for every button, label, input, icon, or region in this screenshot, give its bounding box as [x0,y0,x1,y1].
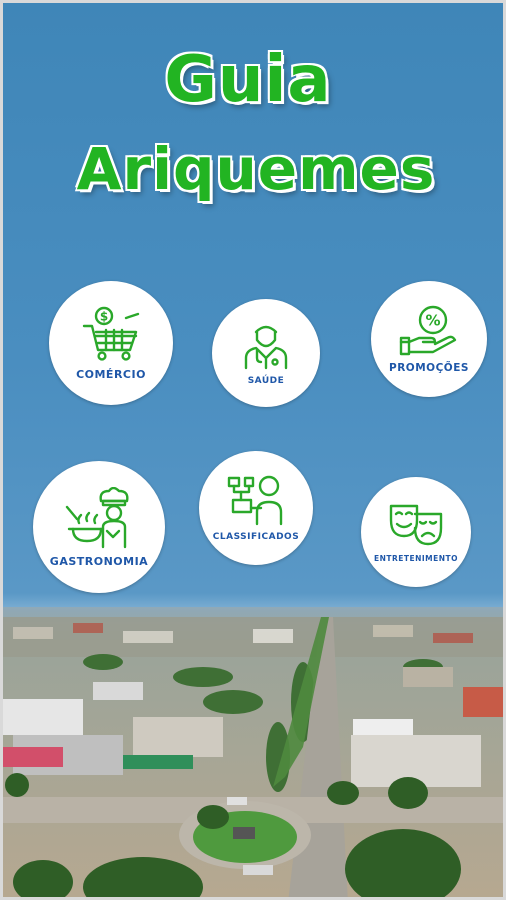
svg-text:%: % [425,312,440,330]
category-comercio-button[interactable]: $ COMÉRCIO [49,281,173,405]
app-title-line2: Ariquemes [76,134,436,204]
category-label-promocoes: PROMOÇÕES [389,362,469,374]
category-label-saude: SAÚDE [247,376,285,386]
category-classificados-button[interactable]: CLASSIFICADOS [199,451,313,565]
chef-cooking-icon [65,486,129,548]
city-aerial-photo [3,607,503,897]
theater-masks-icon [389,504,443,545]
svg-text:$: $ [100,309,108,323]
category-label-gastronomia: GASTRONOMIA [49,554,149,568]
app-title-line1: Guia [163,42,332,118]
app-screen: Guia Ariquemes $ COMÉRCIO SAÚDE % PROMOÇ… [0,0,506,900]
doctor-icon [244,325,288,370]
person-flowchart-icon [227,475,283,526]
shopping-cart-dollar-icon: $ [82,306,140,361]
category-entretenimento-button[interactable]: ENTRETENIMENTO [361,477,471,587]
category-gastronomia-button[interactable]: GASTRONOMIA [33,461,165,593]
category-promocoes-button[interactable]: % PROMOÇÕES [371,281,487,397]
category-saude-button[interactable]: SAÚDE [212,299,320,407]
category-label-classificados: CLASSIFICADOS [212,532,300,542]
category-label-entretenimento: ENTRETENIMENTO [373,553,459,563]
hand-percent-icon: % [399,305,457,356]
category-label-comercio: COMÉRCIO [76,367,146,381]
